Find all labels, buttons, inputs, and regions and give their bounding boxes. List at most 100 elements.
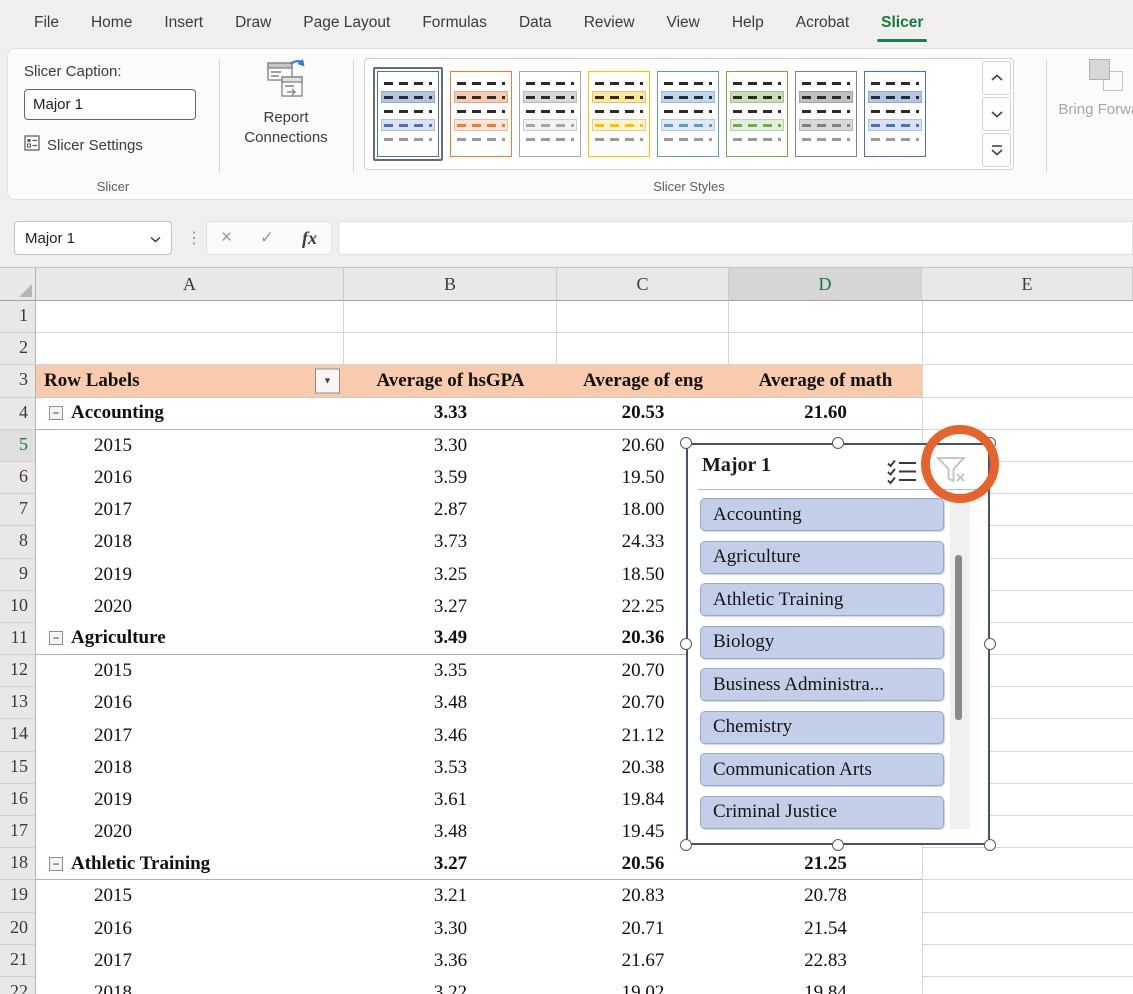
ribbon-tab-draw[interactable]: Draw xyxy=(219,0,287,46)
row-header-12[interactable]: 12 xyxy=(0,655,36,687)
pivot-cell-D22[interactable]: 19.84 xyxy=(729,977,922,994)
gallery-scroll-up-button[interactable] xyxy=(982,61,1011,95)
slicer-item-criminal-justice[interactable]: Criminal Justice xyxy=(700,796,944,829)
slicer-panel[interactable]: Major 1 AccountingAgricultureAthletic Tr… xyxy=(686,443,990,845)
column-header-A[interactable]: A xyxy=(36,268,344,301)
pivot-cell-B9[interactable]: 3.25 xyxy=(344,559,557,591)
collapse-group-icon[interactable]: − xyxy=(49,631,63,645)
cell-E18[interactable] xyxy=(922,848,1133,880)
row-header-3[interactable]: 3 xyxy=(0,365,36,397)
row-header-15[interactable]: 15 xyxy=(0,752,36,784)
row-header-19[interactable]: 19 xyxy=(0,880,36,912)
row-labels-filter-dropdown[interactable]: ▼ xyxy=(315,368,340,393)
formula-bar-splitter-icon[interactable]: ⋮ xyxy=(186,228,202,248)
slicer-resize-handle[interactable] xyxy=(984,839,996,851)
pivot-cell-C18[interactable]: 20.56 xyxy=(557,848,729,880)
row-header-13[interactable]: 13 xyxy=(0,687,36,719)
column-header-D[interactable]: D xyxy=(729,268,922,301)
pivot-cell-B16[interactable]: 3.61 xyxy=(344,784,557,816)
row-header-21[interactable]: 21 xyxy=(0,945,36,977)
cell-E19[interactable] xyxy=(922,880,1133,912)
cell-E21[interactable] xyxy=(922,945,1133,977)
column-header-B[interactable]: B xyxy=(344,268,557,301)
slicer-style-blue-banded[interactable] xyxy=(864,71,926,157)
pivot-cell-B17[interactable]: 3.48 xyxy=(344,816,557,848)
cell-E20[interactable] xyxy=(922,913,1133,945)
ribbon-tab-slicer[interactable]: Slicer xyxy=(865,0,939,46)
pivot-cell-B12[interactable]: 3.35 xyxy=(344,655,557,687)
slicer-style-green[interactable] xyxy=(726,71,788,157)
pivot-cell-B14[interactable]: 3.46 xyxy=(344,719,557,751)
cancel-icon[interactable]: × xyxy=(221,227,232,249)
cell-E3[interactable] xyxy=(922,365,1133,397)
pivot-cell-D4[interactable]: 21.60 xyxy=(729,398,922,430)
slicer-style-yellow[interactable] xyxy=(588,71,650,157)
collapse-group-icon[interactable]: − xyxy=(49,857,63,871)
slicer-resize-handle[interactable] xyxy=(680,437,692,449)
row-header-1[interactable]: 1 xyxy=(0,301,36,333)
row-header-7[interactable]: 7 xyxy=(0,494,36,526)
row-header-8[interactable]: 8 xyxy=(0,526,36,558)
ribbon-tab-data[interactable]: Data xyxy=(503,0,568,46)
pivot-cell-D21[interactable]: 22.83 xyxy=(729,945,922,977)
pivot-cell-B20[interactable]: 3.30 xyxy=(344,913,557,945)
ribbon-tab-view[interactable]: View xyxy=(651,0,716,46)
name-box-dropdown-icon[interactable] xyxy=(150,230,161,247)
pivot-cell-C4[interactable]: 20.53 xyxy=(557,398,729,430)
slicer-resize-handle[interactable] xyxy=(680,638,692,650)
pivot-cell-B6[interactable]: 3.59 xyxy=(344,462,557,494)
row-header-10[interactable]: 10 xyxy=(0,591,36,623)
slicer-item-athletic-training[interactable]: Athletic Training xyxy=(700,583,944,616)
slicer-scrollbar-thumb[interactable] xyxy=(955,555,962,720)
ribbon-tab-file[interactable]: File xyxy=(18,0,75,46)
row-header-22[interactable]: 22 xyxy=(0,977,36,994)
pivot-cell-B18[interactable]: 3.27 xyxy=(344,848,557,880)
slicer-item-communication-arts[interactable]: Communication Arts xyxy=(700,753,944,786)
slicer-style-dark-gray[interactable] xyxy=(795,71,857,157)
cell-E22[interactable] xyxy=(922,977,1133,994)
pivot-cell-C22[interactable]: 19.02 xyxy=(557,977,729,994)
slicer-resize-handle[interactable] xyxy=(680,839,692,851)
row-header-14[interactable]: 14 xyxy=(0,719,36,751)
bring-forward-button[interactable]: Bring Forward xyxy=(1058,59,1133,122)
slicer-settings-button[interactable]: Slicer Settings xyxy=(24,135,143,155)
collapse-group-icon[interactable]: − xyxy=(49,406,63,420)
pivot-cell-B22[interactable]: 3.22 xyxy=(344,977,557,994)
ribbon-tab-review[interactable]: Review xyxy=(568,0,651,46)
ribbon-tab-help[interactable]: Help xyxy=(716,0,780,46)
row-header-2[interactable]: 2 xyxy=(0,333,36,365)
row-header-4[interactable]: 4 xyxy=(0,398,36,430)
multi-select-icon[interactable] xyxy=(886,459,918,490)
select-all-corner[interactable] xyxy=(0,268,36,301)
slicer-caption-input[interactable] xyxy=(24,89,196,120)
ribbon-tab-acrobat[interactable]: Acrobat xyxy=(780,0,865,46)
pivot-cell-B19[interactable]: 3.21 xyxy=(344,880,557,912)
pivot-cell-B13[interactable]: 3.48 xyxy=(344,687,557,719)
pivot-cell-B21[interactable]: 3.36 xyxy=(344,945,557,977)
row-header-18[interactable]: 18 xyxy=(0,848,36,880)
insert-function-icon[interactable]: fx xyxy=(302,228,317,249)
pivot-cell-D20[interactable]: 21.54 xyxy=(729,913,922,945)
ribbon-tab-insert[interactable]: Insert xyxy=(148,0,219,46)
pivot-cell-C20[interactable]: 20.71 xyxy=(557,913,729,945)
ribbon-tab-home[interactable]: Home xyxy=(75,0,148,46)
row-header-6[interactable]: 6 xyxy=(0,462,36,494)
report-connections-button[interactable]: Report Connections xyxy=(222,57,350,149)
ribbon-tab-page-layout[interactable]: Page Layout xyxy=(287,0,406,46)
slicer-style-gray[interactable] xyxy=(519,71,581,157)
row-header-20[interactable]: 20 xyxy=(0,913,36,945)
row-header-16[interactable]: 16 xyxy=(0,784,36,816)
row-header-9[interactable]: 9 xyxy=(0,559,36,591)
slicer-resize-handle[interactable] xyxy=(832,437,844,449)
pivot-cell-C21[interactable]: 21.67 xyxy=(557,945,729,977)
slicer-style-light-blue[interactable] xyxy=(657,71,719,157)
slicer-item-biology[interactable]: Biology xyxy=(700,626,944,659)
cell-E2[interactable] xyxy=(922,333,1133,365)
slicer-item-business-administra[interactable]: Business Administra... xyxy=(700,668,944,701)
gallery-more-styles-button[interactable] xyxy=(982,133,1011,167)
pivot-cell-D18[interactable]: 21.25 xyxy=(729,848,922,880)
slicer-item-agriculture[interactable]: Agriculture xyxy=(700,541,944,574)
pivot-cell-B11[interactable]: 3.49 xyxy=(344,623,557,655)
slicer-resize-handle[interactable] xyxy=(984,638,996,650)
pivot-cell-B10[interactable]: 3.27 xyxy=(344,591,557,623)
